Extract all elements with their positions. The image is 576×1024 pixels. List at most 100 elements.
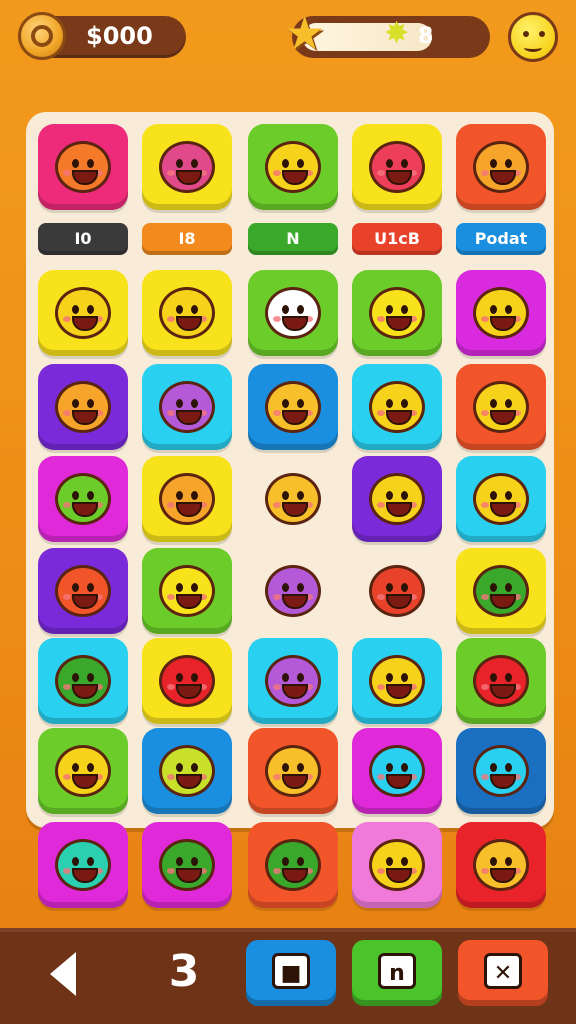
tile-3-1[interactable] [142,456,232,542]
lime-bird-face-icon [159,745,215,797]
category-label-2[interactable]: N [248,223,338,255]
orange-bear-face-icon [265,381,321,433]
red-fox-icon [55,565,111,617]
orange-leaf-icon [473,141,529,193]
tile-0-4[interactable] [456,124,546,210]
green-bubble-face-icon [55,473,111,525]
tile-3-2[interactable] [248,456,338,542]
tile-7-3[interactable] [352,822,442,908]
tile-3-4[interactable] [456,456,546,542]
teal-fish-face-icon [55,839,111,891]
star-icon: ★ [284,6,326,60]
tile-5-3[interactable] [352,638,442,724]
tile-2-0[interactable] [38,364,128,450]
tile-4-3[interactable] [352,548,442,634]
player-avatar-icon[interactable] [508,12,558,62]
yellow-lion-face-icon [55,745,111,797]
tile-0-1[interactable] [142,124,232,210]
star-count: 8 [418,24,434,49]
tile-3-3[interactable] [352,456,442,542]
star-badge-icon: ✸ [384,16,410,51]
yellow-bird-hat-icon [369,287,425,339]
tile-4-1[interactable] [142,548,232,634]
purple-battery-icon [265,565,321,617]
blue-star-face-icon [369,745,425,797]
tile-5-0[interactable] [38,638,128,724]
tile-5-1[interactable] [142,638,232,724]
tile-1-3[interactable] [352,270,442,356]
tile-4-4[interactable] [456,548,546,634]
tile-6-3[interactable] [352,728,442,814]
white-cat-face-icon [265,287,321,339]
tile-1-4[interactable] [456,270,546,356]
yellow-smile-face-icon [369,473,425,525]
category-label-1[interactable]: I8 [142,223,232,255]
tile-7-4[interactable] [456,822,546,908]
tile-7-2[interactable] [248,822,338,908]
level-number: 3 [168,946,200,997]
yellow-bear-face-icon [473,287,529,339]
tile-2-2[interactable] [248,364,338,450]
yellow-bird-face-icon [473,473,529,525]
category-label-0[interactable]: I0 [38,223,128,255]
tile-6-0[interactable] [38,728,128,814]
tile-0-2[interactable] [248,124,338,210]
coin-counter[interactable]: $000 [18,12,186,60]
coin-amount: $000 [86,22,153,50]
orange-cat-bubble-icon [159,473,215,525]
red-bird-icon [369,565,425,617]
green-bubble-face-icon [159,839,215,891]
tile-3-0[interactable] [38,456,128,542]
tile-1-1[interactable] [142,270,232,356]
tile-2-3[interactable] [352,364,442,450]
tile-0-3[interactable] [352,124,442,210]
tile-0-0[interactable] [38,124,128,210]
yellow-cat-face-icon [55,287,111,339]
pause-icon: n [378,952,416,989]
treasure-box-icon [473,745,529,797]
tile-6-2[interactable] [248,728,338,814]
purple-bubble-face-icon [265,655,321,707]
tile-4-0[interactable] [38,548,128,634]
tile-1-0[interactable] [38,270,128,356]
tile-2-1[interactable] [142,364,232,450]
close-button[interactable]: ✕ [458,940,548,1006]
category-label-3[interactable]: U1cB [352,223,442,255]
tile-6-4[interactable] [456,728,546,814]
purple-bubble-icon [159,381,215,433]
stop-button[interactable]: ■ [246,940,336,1006]
pink-teal-shield-icon [159,141,215,193]
yellow-star-face-icon [473,381,529,433]
tile-7-0[interactable] [38,822,128,908]
sun-badge-icon [265,473,321,525]
red-apple-icon [473,655,529,707]
yellow-bubble-face-icon [369,655,425,707]
tile-2-4[interactable] [456,364,546,450]
category-label-4[interactable]: Podat [456,223,546,255]
pause-button[interactable]: n [352,940,442,1006]
red-smile-face-icon [369,141,425,193]
map-pin-icon [473,839,529,891]
orange-sun-face-icon [265,745,321,797]
green-pepper-icon [265,839,321,891]
red-cherry-icon [159,655,215,707]
tile-6-1[interactable] [142,728,232,814]
green-energy-card-icon [55,655,111,707]
tile-7-1[interactable] [142,822,232,908]
tile-5-4[interactable] [456,638,546,724]
yellow-smile-face-icon [159,565,215,617]
close-icon: ✕ [484,952,522,989]
orange-cat-face-icon [55,381,111,433]
star-progress[interactable]: ★ ✸ 8 [284,10,490,58]
yellow-smile-face-icon [369,839,425,891]
stop-icon: ■ [272,952,310,989]
green-frog-icon [473,565,529,617]
tile-5-2[interactable] [248,638,338,724]
yellow-cat-face-icon [159,287,215,339]
coin-icon [18,12,66,60]
tile-1-2[interactable] [248,270,338,356]
back-arrow-icon[interactable] [42,948,86,1000]
tile-4-2[interactable] [248,548,338,634]
orange-blob-face-icon [55,141,111,193]
yellow-fish-face-icon [369,381,425,433]
